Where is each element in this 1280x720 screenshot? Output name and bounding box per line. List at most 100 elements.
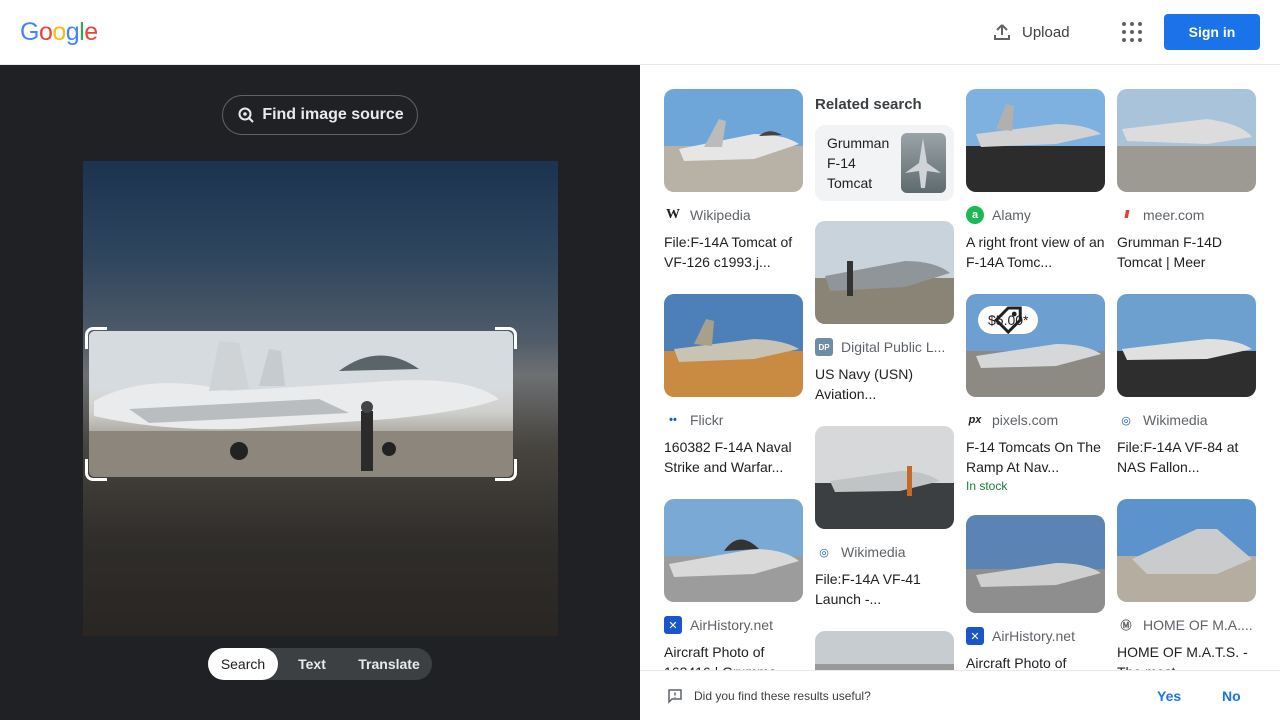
result-thumbnail[interactable] bbox=[664, 499, 803, 602]
airhistory-icon: ✕ bbox=[664, 616, 682, 634]
crop-handle-bottom-left[interactable] bbox=[85, 459, 107, 481]
airhistory-icon: ✕ bbox=[966, 627, 984, 645]
mats-icon: Ⓜ bbox=[1120, 620, 1132, 632]
lens-search-icon bbox=[238, 107, 255, 123]
top-bar: Google Upload Sign in bbox=[0, 0, 1280, 65]
result-thumbnail[interactable] bbox=[966, 89, 1105, 192]
tab-text[interactable]: Text bbox=[278, 648, 346, 680]
results-column: /// meer.com Grumman F-14D Tomcat | Meer… bbox=[1117, 89, 1256, 670]
result-source[interactable]: ◎ Wikimedia bbox=[1117, 411, 1256, 429]
result-card[interactable]: DP Digital Public L... US Navy (USN) Avi… bbox=[815, 221, 954, 404]
visual-matches: W Wikipedia File:F-14A Tomcat of VF-126 … bbox=[640, 65, 1280, 670]
meer-icon: /// bbox=[1124, 209, 1129, 221]
result-source[interactable]: ◎ Wikimedia bbox=[815, 543, 954, 561]
related-search-thumbnail bbox=[901, 133, 946, 193]
results-column: W Wikipedia File:F-14A Tomcat of VF-126 … bbox=[664, 89, 803, 670]
result-title[interactable]: Aircraft Photo of 163416 | Grumma... bbox=[664, 642, 803, 670]
source-name: HOME OF M.A.... bbox=[1143, 617, 1253, 633]
jet-aircraft-image bbox=[89, 331, 513, 477]
crop-handle-top-left[interactable] bbox=[85, 327, 107, 349]
result-thumbnail[interactable] bbox=[1117, 89, 1256, 192]
result-thumbnail[interactable] bbox=[815, 631, 954, 670]
result-title[interactable]: Aircraft Photo of bbox=[966, 653, 1105, 670]
source-name: Alamy bbox=[992, 207, 1031, 223]
stock-status: In stock bbox=[966, 479, 1008, 493]
result-thumbnail[interactable] bbox=[966, 515, 1105, 613]
result-thumbnail[interactable] bbox=[1117, 499, 1256, 602]
result-title[interactable]: US Navy (USN) Aviation... bbox=[815, 364, 954, 404]
source-name: meer.com bbox=[1143, 207, 1205, 223]
source-name: Wikimedia bbox=[1143, 412, 1208, 428]
result-card[interactable]: Ⓜ HOME OF M.A.... HOME OF M.A.T.S. - The… bbox=[1117, 499, 1256, 670]
result-source[interactable]: a Alamy bbox=[966, 206, 1105, 224]
result-title[interactable]: File:F-14A VF-84 at NAS Fallon... bbox=[1117, 437, 1256, 477]
related-search-chip[interactable]: Grumman F-14 Tomcat bbox=[815, 125, 954, 201]
result-card[interactable]: $5.00* px pixels.com F-14 Tomcats On The… bbox=[966, 294, 1105, 493]
lens-panel: Find image source Search Text Translate bbox=[0, 65, 640, 720]
result-source[interactable]: W Wikipedia bbox=[664, 206, 803, 224]
wikimedia-icon: ◎ bbox=[1121, 414, 1131, 427]
wikimedia-icon: ◎ bbox=[819, 546, 829, 559]
result-source[interactable]: /// meer.com bbox=[1117, 206, 1256, 224]
result-card[interactable]: ✕ AirHistory.net Aircraft Photo of bbox=[966, 515, 1105, 670]
result-thumbnail[interactable] bbox=[815, 426, 954, 529]
dpla-icon: DP bbox=[815, 338, 833, 356]
result-title[interactable]: F-14 Tomcats On The Ramp At Nav... bbox=[966, 437, 1105, 477]
sign-in-button[interactable]: Sign in bbox=[1164, 14, 1260, 50]
tab-search[interactable]: Search bbox=[208, 648, 278, 680]
result-title[interactable]: File:F-14A VF-41 Launch -... bbox=[815, 569, 954, 609]
lens-mode-switcher: Search Text Translate bbox=[208, 648, 432, 680]
result-title[interactable]: Grumman F-14D Tomcat | Meer bbox=[1117, 232, 1256, 272]
result-thumbnail[interactable] bbox=[664, 89, 803, 192]
result-source[interactable]: ✕ AirHistory.net bbox=[664, 616, 803, 634]
feedback-yes-button[interactable]: Yes bbox=[1157, 688, 1181, 704]
related-search-label: Grumman F-14 Tomcat bbox=[827, 135, 890, 191]
wikipedia-icon: W bbox=[666, 207, 680, 222]
google-logo[interactable]: Google bbox=[20, 18, 98, 47]
result-card[interactable]: ◎ Wikimedia File:F-14A VF-84 at NAS Fall… bbox=[1117, 294, 1256, 477]
related-search-heading: Related search bbox=[815, 96, 922, 113]
result-title[interactable]: A right front view of an F-14A Tomc... bbox=[966, 232, 1105, 272]
source-name: pixels.com bbox=[992, 412, 1059, 428]
result-source[interactable]: •• Flickr bbox=[664, 411, 803, 429]
result-thumbnail[interactable] bbox=[815, 221, 954, 324]
source-name: Wikipedia bbox=[690, 207, 751, 223]
source-name: Digital Public L... bbox=[841, 339, 946, 355]
crop-handle-top-right[interactable] bbox=[495, 327, 517, 349]
result-thumbnail[interactable]: $5.00* bbox=[966, 294, 1105, 397]
result-card[interactable]: •• Flickr 160382 F-14A Naval Strike and … bbox=[664, 294, 803, 477]
crop-handle-bottom-right[interactable] bbox=[495, 459, 517, 481]
alamy-icon: a bbox=[966, 206, 984, 224]
pixels-icon: px bbox=[968, 414, 982, 426]
logo-letter: g bbox=[65, 18, 80, 46]
source-name: AirHistory.net bbox=[690, 617, 773, 633]
result-card[interactable] bbox=[815, 631, 954, 670]
upload-label: Upload bbox=[1022, 23, 1070, 41]
result-source[interactable]: Ⓜ HOME OF M.A.... bbox=[1117, 616, 1256, 634]
result-title[interactable]: File:F-14A Tomcat of VF-126 c1993.j... bbox=[664, 232, 803, 272]
result-card[interactable]: a Alamy A right front view of an F-14A T… bbox=[966, 89, 1105, 272]
feedback-no-button[interactable]: No bbox=[1222, 688, 1241, 704]
upload-button[interactable]: Upload bbox=[992, 20, 1070, 44]
find-image-source-button[interactable]: Find image source bbox=[222, 95, 418, 135]
logo-letter: o bbox=[52, 18, 66, 46]
result-thumbnail[interactable] bbox=[664, 294, 803, 397]
logo-letter: e bbox=[84, 18, 98, 46]
result-thumbnail[interactable] bbox=[1117, 294, 1256, 397]
result-source[interactable]: DP Digital Public L... bbox=[815, 338, 954, 356]
result-card[interactable]: /// meer.com Grumman F-14D Tomcat | Meer bbox=[1117, 89, 1256, 272]
result-source[interactable]: px pixels.com bbox=[966, 411, 1105, 429]
apps-grid-icon[interactable] bbox=[1120, 20, 1144, 44]
result-source[interactable]: ✕ AirHistory.net bbox=[966, 627, 1105, 645]
result-card[interactable]: ✕ AirHistory.net Aircraft Photo of 16341… bbox=[664, 499, 803, 670]
source-name: Wikimedia bbox=[841, 544, 906, 560]
result-title[interactable]: 160382 F-14A Naval Strike and Warfar... bbox=[664, 437, 803, 477]
feedback-question: Did you find these results useful? bbox=[694, 689, 871, 703]
result-title[interactable]: HOME OF M.A.T.S. - The most... bbox=[1117, 642, 1256, 670]
result-card[interactable]: ◎ Wikimedia File:F-14A VF-41 Launch -... bbox=[815, 426, 954, 609]
selection-region[interactable] bbox=[89, 331, 513, 477]
tab-translate[interactable]: Translate bbox=[346, 648, 432, 680]
result-card[interactable]: W Wikipedia File:F-14A Tomcat of VF-126 … bbox=[664, 89, 803, 272]
tag-icon bbox=[994, 306, 1022, 334]
source-name: AirHistory.net bbox=[992, 628, 1075, 644]
